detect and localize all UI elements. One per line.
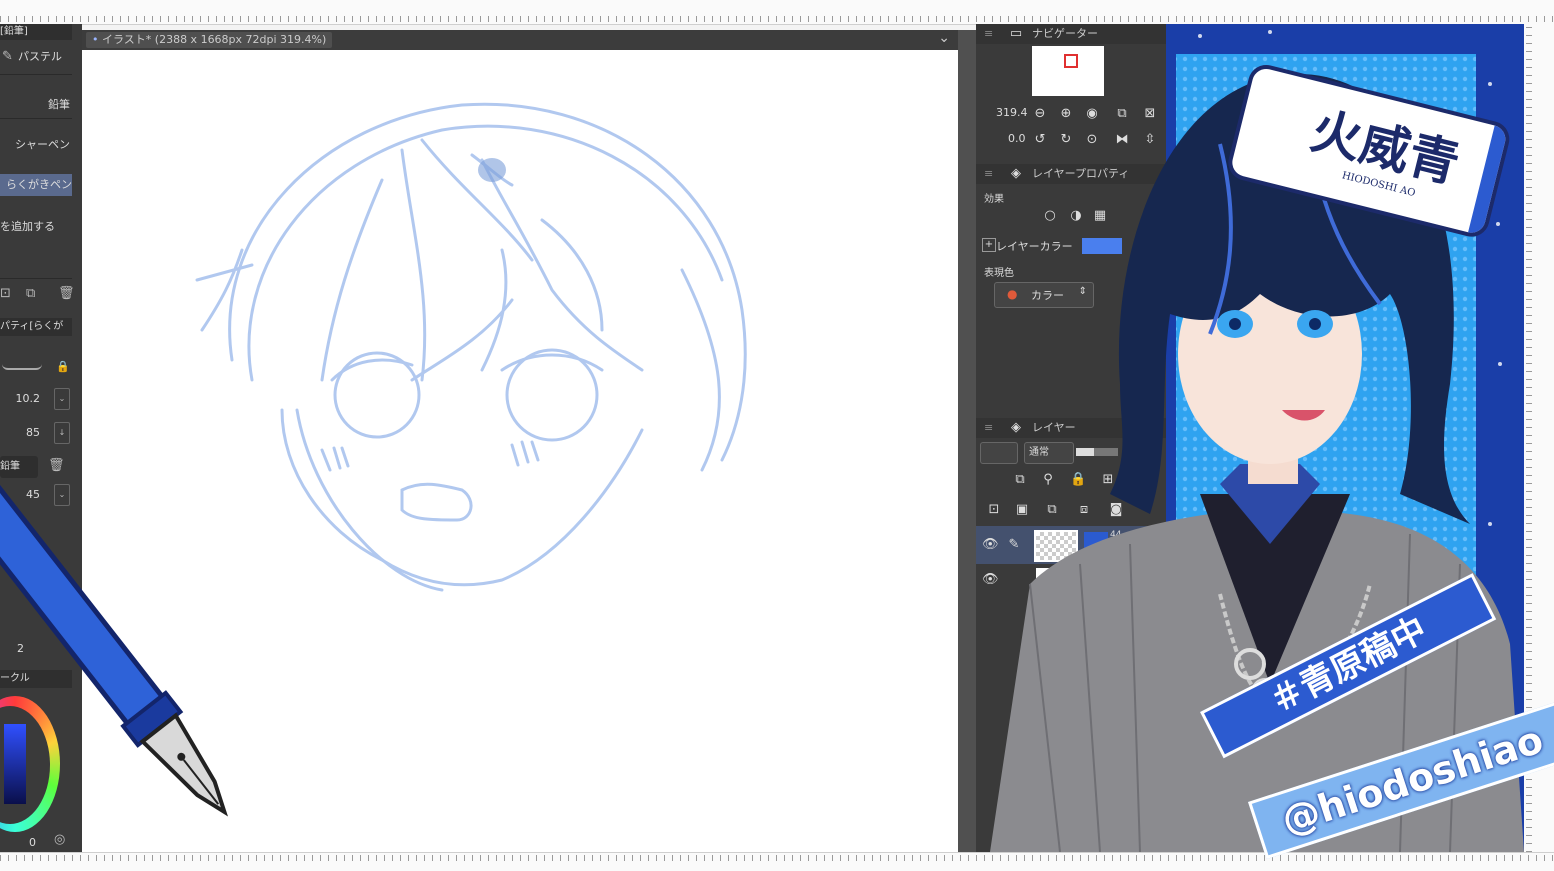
pencil-icon: ✎ (2, 49, 13, 64)
lock-icon[interactable]: 🔒 (56, 360, 70, 373)
chevron-down-icon[interactable]: ⌄ (938, 30, 950, 46)
settings-icon[interactable]: ⊡ (0, 286, 11, 301)
add-brush-button[interactable]: を追加する (0, 216, 72, 238)
canvas-tab-bar: • イラスト* (2388 x 1668px 72dpi 319.4%) ⌄ (82, 30, 958, 50)
brush-item-mechanical-pencil[interactable]: シャーペン (0, 134, 70, 156)
brush-size-stepper[interactable]: ⌄ (54, 388, 70, 410)
brush-item-pencil[interactable]: 鉛筆 (0, 94, 72, 116)
canvas-tab[interactable]: • イラスト* (2388 x 1668px 72dpi 319.4%) (86, 32, 333, 48)
brush-item-sketch-pen[interactable]: らくがきペン (0, 174, 72, 196)
opacity-value[interactable]: 85 (4, 426, 40, 439)
fountain-pen-icon (0, 480, 228, 817)
top-ruler (0, 0, 1554, 25)
tool-property-title: パティ[らくが (0, 318, 72, 336)
sub-tool-header: [鉛筆] (0, 24, 72, 40)
brush-group-pastel[interactable]: ✎ パステル (0, 46, 72, 68)
drawing-canvas[interactable] (0, 50, 958, 852)
preset-trash-icon[interactable]: 🗑 (48, 458, 65, 473)
duplicate-icon[interactable]: ⧉ (26, 286, 35, 301)
trash-icon[interactable]: 🗑 (58, 286, 75, 301)
download-icon[interactable]: ↓ (54, 422, 70, 444)
preset-field[interactable]: 鉛筆 (0, 456, 38, 478)
brush-size-value[interactable]: 10.2 (4, 392, 41, 405)
stroke-preview (2, 364, 42, 370)
